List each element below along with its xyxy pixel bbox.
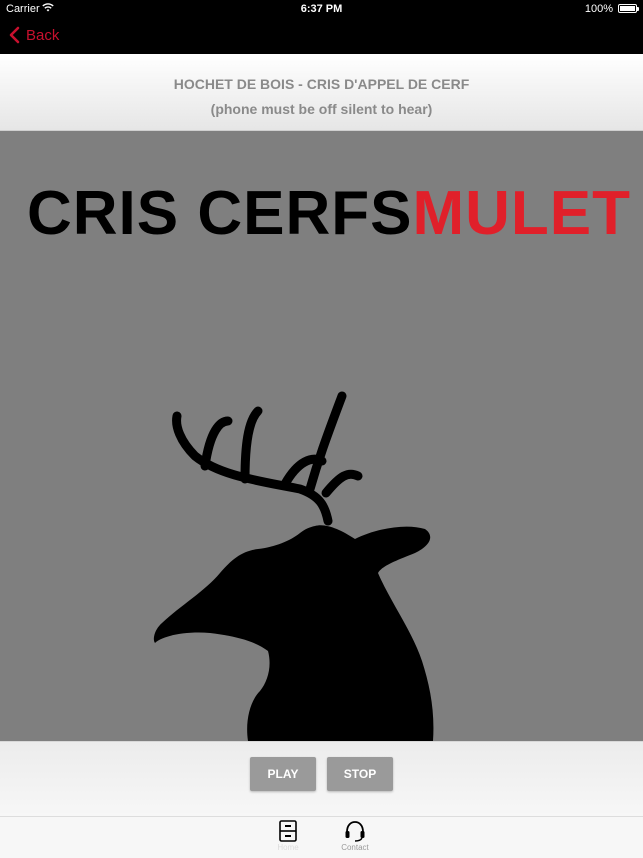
- battery-icon: [618, 4, 639, 13]
- headset-icon: [345, 821, 365, 842]
- back-button[interactable]: Back: [8, 24, 59, 46]
- tab-bar: Home Contact: [0, 816, 643, 858]
- tab-contact[interactable]: Contact: [325, 820, 385, 852]
- cabinet-icon: [279, 820, 297, 842]
- tab-home[interactable]: Home: [258, 820, 318, 852]
- logo-text: CRIS CERFSMULET: [27, 183, 631, 245]
- sound-title: HOCHET DE BOIS - CRIS D'APPEL DE CERF: [173, 76, 470, 92]
- top-bar: Carrier 6:37 PM 100% Back: [0, 0, 643, 54]
- sound-header: HOCHET DE BOIS - CRIS D'APPEL DE CERF (p…: [0, 54, 643, 131]
- tab-home-label: Home: [277, 843, 299, 852]
- play-button[interactable]: PLAY: [250, 757, 316, 791]
- controls-bar: PLAY STOP: [0, 741, 643, 816]
- chevron-left-icon: [9, 26, 20, 44]
- logo-text-black: CRIS CERFS: [27, 179, 413, 248]
- sound-subtitle: (phone must be off silent to hear): [210, 101, 433, 117]
- tab-contact-label: Contact: [341, 843, 369, 852]
- logo-text-red: MULET: [412, 179, 632, 248]
- stop-button[interactable]: STOP: [327, 757, 393, 791]
- deer-silhouette-icon: [153, 391, 434, 741]
- status-bar: Carrier 6:37 PM 100%: [0, 0, 643, 18]
- battery-percent: 100%: [584, 3, 613, 15]
- status-time: 6:37 PM: [300, 3, 343, 15]
- back-label: Back: [26, 26, 60, 44]
- artwork-panel: CRIS CERFSMULET: [0, 131, 643, 741]
